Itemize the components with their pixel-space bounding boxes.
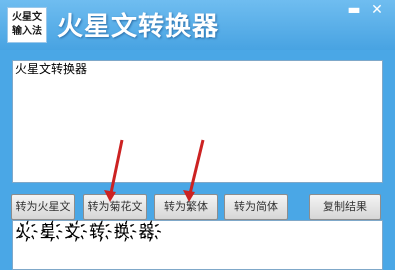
title-bar: 火星文 输入法 火星文转换器 ▬ ✕: [0, 0, 395, 50]
result-text-output[interactable]: 火҉星҉文҉转҉换҉器҉: [12, 220, 383, 270]
copy-result-button[interactable]: 复制结果: [309, 194, 381, 220]
source-text-input[interactable]: 火星文转换器: [12, 60, 383, 183]
logo-line-1: 火星文: [12, 12, 42, 23]
app-title: 火星文转换器: [57, 12, 220, 42]
logo-line-2: 输入法: [12, 26, 42, 37]
close-button[interactable]: ✕: [367, 2, 387, 18]
minimize-button[interactable]: ▬: [344, 2, 364, 18]
app-logo: 火星文 输入法: [7, 7, 47, 43]
to-martian-button[interactable]: 转为火星文: [11, 194, 75, 220]
to-simplified-button[interactable]: 转为简体: [224, 194, 288, 220]
to-traditional-button[interactable]: 转为繁体: [154, 194, 218, 220]
to-flower-button[interactable]: 转为菊花文: [83, 194, 147, 220]
